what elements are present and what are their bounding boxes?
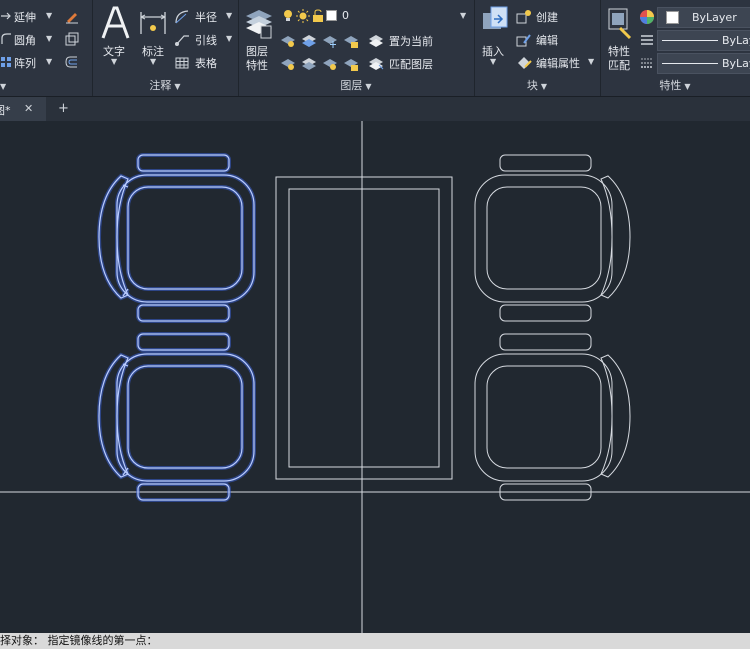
- make-current-icon[interactable]: [368, 33, 384, 52]
- layer-on-icon[interactable]: [280, 56, 296, 75]
- annotation-panel: 文字 ▼ 标注 ▼ 半径 ▼ 引线 ▼ 表格 注释 ▼: [92, 0, 239, 96]
- edit-attributes-dropdown-icon[interactable]: ▼: [588, 57, 594, 66]
- table-inner[interactable]: [288, 188, 440, 468]
- linetype-icon: [640, 33, 654, 50]
- lineweight-sample-line: [662, 63, 718, 64]
- block-panel: 插入 ▼ 创建 编辑 编辑属性 ▼ 块 ▼: [474, 0, 601, 96]
- dimension-icon[interactable]: [138, 8, 168, 43]
- drawing-tab[interactable]: 图* ✕: [0, 97, 46, 121]
- insert-dropdown-icon[interactable]: ▼: [490, 57, 496, 66]
- modify-panel-expand-icon[interactable]: ▼: [0, 82, 6, 91]
- drawing-tab-label: 图*: [0, 104, 11, 117]
- lineweight-dropdown[interactable]: ByLay: [657, 53, 750, 74]
- lineweight-icon: [640, 56, 654, 73]
- modify-panel: 延伸 ▼ 圆角 ▼ 阵列 ▼ ▼: [0, 0, 93, 96]
- layer-properties-line2[interactable]: 特性: [246, 57, 268, 73]
- array-icon[interactable]: [0, 55, 12, 72]
- array-button[interactable]: 阵列: [14, 55, 36, 71]
- copy-objects-icon[interactable]: [64, 31, 80, 50]
- linetype-value: ByLay: [722, 34, 750, 47]
- layer-unlock-tool-icon[interactable]: [343, 56, 359, 75]
- edit-block-button[interactable]: 编辑: [536, 32, 558, 48]
- fillet-button[interactable]: 圆角: [14, 32, 36, 48]
- edit-block-icon[interactable]: [516, 32, 532, 51]
- layer-thaw-sun-icon: [296, 9, 310, 26]
- erase-pencil-icon[interactable]: [64, 8, 80, 27]
- match-properties-line2[interactable]: 匹配: [608, 57, 630, 73]
- table-button[interactable]: 表格: [195, 55, 217, 71]
- stretch-dropdown-icon[interactable]: ▼: [46, 11, 52, 20]
- match-properties-icon[interactable]: [606, 6, 634, 43]
- edit-attributes-button[interactable]: 编辑属性: [536, 55, 580, 71]
- radius-icon[interactable]: [174, 9, 190, 28]
- radius-dropdown-icon[interactable]: ▼: [226, 11, 232, 20]
- new-tab-button[interactable]: +: [58, 101, 69, 116]
- mirrored-chair-bottom-right[interactable]: [474, 333, 631, 501]
- color-value: ByLayer: [692, 11, 737, 24]
- leader-icon[interactable]: [174, 32, 190, 51]
- stretch-icon[interactable]: [0, 9, 12, 26]
- drawing-canvas[interactable]: [0, 121, 750, 633]
- block-panel-title[interactable]: 块 ▼: [474, 77, 600, 93]
- command-prompt-text: 择对象： 指定镜像线的第一点：: [0, 634, 158, 647]
- create-block-icon[interactable]: [516, 9, 532, 28]
- radius-button[interactable]: 半径: [195, 9, 217, 25]
- file-tab-bar: 图* ✕ +: [0, 97, 750, 121]
- leader-button[interactable]: 引线: [195, 32, 217, 48]
- color-dropdown[interactable]: ByLayer: [657, 7, 750, 28]
- match-layer-icon[interactable]: [368, 56, 384, 75]
- layers-panel: 图层 特性 0 ▼ 置为当前 匹配图层 图层 ▼: [238, 0, 475, 96]
- table-icon[interactable]: [174, 55, 190, 74]
- mirrored-chair-top-right[interactable]: [474, 154, 631, 322]
- annotation-panel-title[interactable]: 注释 ▼: [92, 77, 238, 93]
- drawing-svg[interactable]: [0, 121, 750, 633]
- properties-panel: 特性 匹配 ByLayer ByLay ByLay 特性▼: [600, 0, 750, 96]
- linetype-dropdown[interactable]: ByLay: [657, 30, 750, 51]
- color-swatch-icon: [666, 11, 680, 28]
- make-current-button[interactable]: 置为当前: [389, 33, 433, 49]
- dimension-dropdown-icon[interactable]: ▼: [150, 57, 156, 66]
- layer-walk-icon[interactable]: [301, 56, 317, 75]
- layer-freeze-icon[interactable]: [322, 33, 338, 52]
- selected-chair-top-left[interactable]: [97, 153, 256, 323]
- layer-lock-icon[interactable]: [343, 33, 359, 52]
- selected-chair-bottom-left[interactable]: [97, 332, 256, 502]
- stretch-button[interactable]: 延伸: [14, 9, 36, 25]
- layer-properties-icon[interactable]: [244, 6, 274, 43]
- match-layer-button[interactable]: 匹配图层: [389, 56, 433, 72]
- layer-unlock-icon: [312, 9, 324, 26]
- layer-on-bulb-icon: [282, 9, 294, 26]
- leader-dropdown-icon[interactable]: ▼: [226, 34, 232, 43]
- current-layer-value: 0: [342, 9, 349, 22]
- layer-dropdown-arrow-icon[interactable]: ▼: [460, 11, 466, 20]
- table-outer[interactable]: [275, 176, 453, 480]
- fillet-icon[interactable]: [0, 32, 12, 49]
- edit-attributes-icon[interactable]: [516, 55, 532, 74]
- properties-panel-title[interactable]: 特性 ▼: [600, 77, 750, 93]
- color-wheel-icon[interactable]: [639, 9, 655, 28]
- layer-thaw-icon[interactable]: [322, 56, 338, 75]
- layers-panel-title[interactable]: 图层 ▼: [238, 77, 474, 93]
- lineweight-value: ByLay: [722, 57, 750, 70]
- command-line[interactable]: 择对象： 指定镜像线的第一点：: [0, 633, 750, 649]
- layer-off-icon[interactable]: [280, 33, 296, 52]
- insert-block-icon[interactable]: [480, 5, 512, 42]
- linetype-sample-line: [662, 40, 718, 41]
- text-dropdown-icon[interactable]: ▼: [111, 57, 117, 66]
- offset-icon[interactable]: [64, 54, 80, 73]
- array-dropdown-icon[interactable]: ▼: [46, 57, 52, 66]
- create-block-button[interactable]: 创建: [536, 9, 558, 25]
- fillet-dropdown-icon[interactable]: ▼: [46, 34, 52, 43]
- close-tab-icon[interactable]: ✕: [24, 102, 33, 115]
- text-icon[interactable]: [100, 6, 130, 43]
- layer-isolate-icon[interactable]: [301, 33, 317, 52]
- ribbon: 延伸 ▼ 圆角 ▼ 阵列 ▼ ▼ 文字 ▼ 标注 ▼ 半径 ▼ 引线 ▼ 表格 …: [0, 0, 750, 97]
